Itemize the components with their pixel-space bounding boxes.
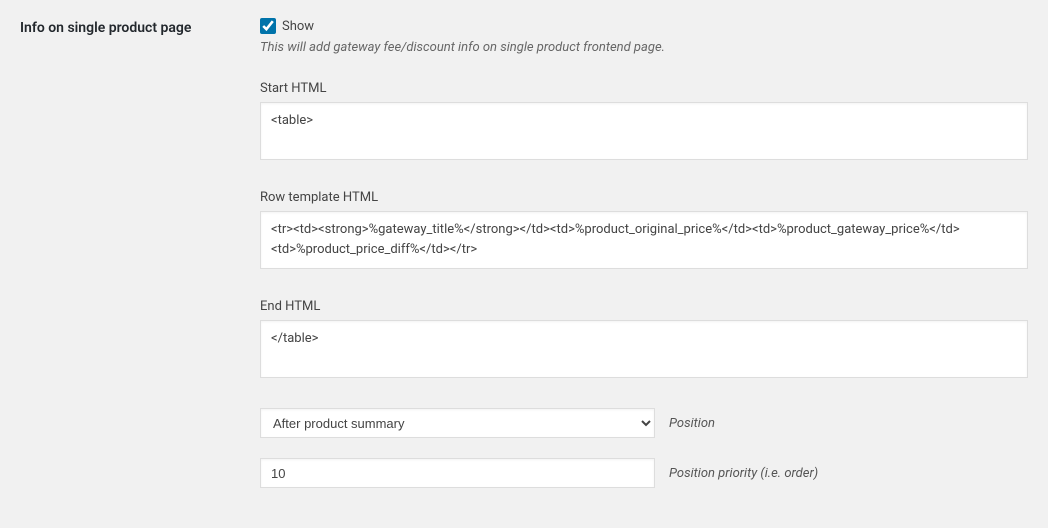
end-html-field: End HTML </table> bbox=[260, 299, 1028, 382]
position-select[interactable]: After product summary bbox=[260, 408, 655, 438]
end-html-label: End HTML bbox=[260, 299, 1028, 314]
start-html-label: Start HTML bbox=[260, 81, 1028, 96]
section-content: Show This will add gateway fee/discount … bbox=[260, 10, 1028, 508]
priority-label: Position priority (i.e. order) bbox=[669, 466, 818, 481]
position-label: Position bbox=[669, 416, 715, 431]
setting-row-info-single-product: Info on single product page Show This wi… bbox=[20, 10, 1028, 508]
row-template-label: Row template HTML bbox=[260, 190, 1028, 205]
priority-input[interactable] bbox=[260, 458, 655, 488]
row-template-field: Row template HTML <tr><td><strong>%gatew… bbox=[260, 190, 1028, 273]
start-html-textarea[interactable]: <table> bbox=[260, 102, 1028, 160]
show-description: This will add gateway fee/discount info … bbox=[260, 40, 1028, 55]
section-title: Info on single product page bbox=[20, 10, 260, 46]
show-checkbox[interactable] bbox=[260, 18, 276, 34]
settings-form: Info on single product page Show This wi… bbox=[20, 10, 1028, 508]
row-template-textarea[interactable]: <tr><td><strong>%gateway_title%</strong>… bbox=[260, 211, 1028, 269]
show-checkbox-row: Show bbox=[260, 18, 1028, 34]
priority-row: Position priority (i.e. order) bbox=[260, 458, 1028, 488]
show-checkbox-label: Show bbox=[282, 19, 314, 34]
end-html-textarea[interactable]: </table> bbox=[260, 320, 1028, 378]
position-row: After product summary Position bbox=[260, 408, 1028, 438]
start-html-field: Start HTML <table> bbox=[260, 81, 1028, 164]
